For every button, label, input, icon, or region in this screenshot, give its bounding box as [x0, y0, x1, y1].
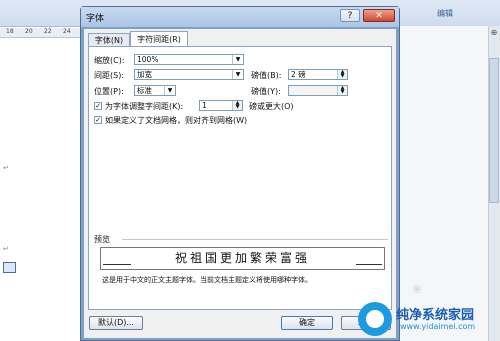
- kerning-input[interactable]: 1 ▲ ▼: [199, 100, 243, 111]
- preview-label: 预览: [94, 235, 110, 244]
- spacing-by-value: 2 磅: [291, 70, 306, 79]
- ok-button[interactable]: 确定: [281, 316, 333, 330]
- preview-baseline: [356, 264, 382, 265]
- ruler: 18 20 22 24: [0, 28, 82, 38]
- kerning-checkbox[interactable]: ✓: [94, 102, 102, 110]
- scale-value: 100%: [137, 55, 159, 64]
- paste-options-icon[interactable]: [3, 262, 16, 273]
- kerning-value: 1: [202, 101, 207, 110]
- document-page[interactable]: [0, 38, 80, 341]
- ruler-toggle-icon[interactable]: ⊕: [489, 28, 499, 38]
- ribbon-group-edit[interactable]: 编辑: [437, 8, 485, 22]
- spacing-by-label: 磅值(B):: [251, 71, 282, 80]
- ruler-tick: 18: [6, 28, 14, 35]
- paragraph-mark: ↵: [3, 164, 9, 172]
- preview-sample-text: 祝祖国更加繁荣富强: [174, 251, 310, 265]
- kerning-label: 为字体调整字间距(K):: [105, 102, 184, 111]
- default-button[interactable]: 默认(D)...: [89, 316, 143, 330]
- kerning-suffix: 磅或更大(O): [249, 102, 294, 111]
- close-button[interactable]: ✕: [363, 9, 395, 22]
- watermark-title: 纯净系统家园: [396, 308, 475, 323]
- paragraph-mark: ↵: [3, 245, 9, 253]
- spin-arrows-icon[interactable]: ▲ ▼: [337, 70, 347, 79]
- position-select[interactable]: 标准 ▼: [134, 85, 176, 96]
- scale-label: 缩放(C):: [94, 56, 125, 65]
- position-label: 位置(P):: [94, 87, 124, 96]
- spacing-label: 间距(S):: [94, 71, 125, 80]
- grid-label: 如果定义了文档网格，则对齐到网格(W): [105, 116, 248, 125]
- scrollbar-thumb[interactable]: [489, 58, 499, 203]
- ruler-tick: 22: [44, 28, 52, 35]
- chevron-down-icon[interactable]: ▼: [232, 55, 243, 64]
- spin-arrows-icon[interactable]: ▲ ▼: [232, 101, 242, 110]
- watermark-url: www.yidaimei.com: [400, 322, 476, 331]
- help-button[interactable]: ?: [340, 9, 360, 22]
- scale-select[interactable]: 100% ▼: [134, 54, 244, 65]
- preview-baseline: [103, 264, 131, 265]
- spin-arrows-icon[interactable]: ▲ ▼: [337, 86, 347, 95]
- position-by-label: 磅值(Y):: [251, 87, 281, 96]
- spacing-by-input[interactable]: 2 磅 ▲ ▼: [288, 69, 348, 80]
- dialog-title: 字体: [86, 14, 105, 24]
- position-value: 标准: [137, 86, 152, 95]
- spacing-value: 加宽: [137, 70, 152, 79]
- ruler-tick: 20: [25, 28, 33, 35]
- chevron-down-icon[interactable]: ▼: [164, 86, 175, 95]
- ruler-tick: 24: [63, 28, 71, 35]
- position-by-input[interactable]: ▲ ▼: [288, 85, 348, 96]
- preview-divider: [122, 239, 388, 240]
- grid-checkbox[interactable]: ✓: [94, 116, 102, 124]
- paw-watermark-icon: ❀: [412, 282, 423, 296]
- tab-character-spacing[interactable]: 字符间距(R): [130, 31, 188, 47]
- watermark-logo-inner: [366, 310, 384, 328]
- chevron-down-icon[interactable]: ▼: [232, 70, 243, 79]
- spacing-select[interactable]: 加宽 ▼: [134, 69, 244, 80]
- tab-font[interactable]: 字体(N): [88, 33, 130, 46]
- preview-note: 这是用于中文的正文主题字体。当前文档主题定义将使用哪种字体。: [102, 276, 312, 284]
